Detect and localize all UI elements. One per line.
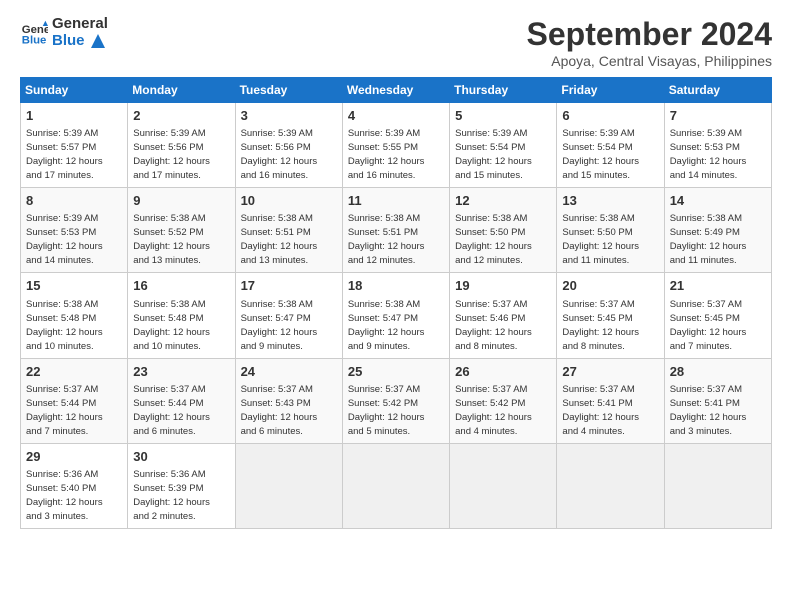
week-row-3: 15Sunrise: 5:38 AMSunset: 5:48 PMDayligh… [21, 273, 772, 358]
day-9: 9Sunrise: 5:38 AMSunset: 5:52 PMDaylight… [128, 188, 235, 273]
empty-cell-w5-5 [557, 443, 664, 528]
day-27: 27Sunrise: 5:37 AMSunset: 5:41 PMDayligh… [557, 358, 664, 443]
day-22: 22Sunrise: 5:37 AMSunset: 5:44 PMDayligh… [21, 358, 128, 443]
week-row-1: 1Sunrise: 5:39 AMSunset: 5:57 PMDaylight… [21, 103, 772, 188]
day-21: 21Sunrise: 5:37 AMSunset: 5:45 PMDayligh… [664, 273, 771, 358]
calendar: Sunday Monday Tuesday Wednesday Thursday… [20, 77, 772, 529]
day-24: 24Sunrise: 5:37 AMSunset: 5:43 PMDayligh… [235, 358, 342, 443]
day-7: 7Sunrise: 5:39 AMSunset: 5:53 PMDaylight… [664, 103, 771, 188]
day-11: 11Sunrise: 5:38 AMSunset: 5:51 PMDayligh… [342, 188, 449, 273]
day-29: 29Sunrise: 5:36 AMSunset: 5:40 PMDayligh… [21, 443, 128, 528]
day-12: 12Sunrise: 5:38 AMSunset: 5:50 PMDayligh… [450, 188, 557, 273]
header-row: Sunday Monday Tuesday Wednesday Thursday… [21, 78, 772, 103]
calendar-body: 1Sunrise: 5:39 AMSunset: 5:57 PMDaylight… [21, 103, 772, 529]
day-2: 2Sunrise: 5:39 AMSunset: 5:56 PMDaylight… [128, 103, 235, 188]
day-26: 26Sunrise: 5:37 AMSunset: 5:42 PMDayligh… [450, 358, 557, 443]
day-17: 17Sunrise: 5:38 AMSunset: 5:47 PMDayligh… [235, 273, 342, 358]
logo-icon: General Blue [20, 19, 48, 47]
title-area: September 2024 Apoya, Central Visayas, P… [527, 16, 772, 69]
col-monday: Monday [128, 78, 235, 103]
col-friday: Friday [557, 78, 664, 103]
svg-text:Blue: Blue [22, 34, 47, 46]
day-13: 13Sunrise: 5:38 AMSunset: 5:50 PMDayligh… [557, 188, 664, 273]
day-30: 30Sunrise: 5:36 AMSunset: 5:39 PMDayligh… [128, 443, 235, 528]
day-5: 5Sunrise: 5:39 AMSunset: 5:54 PMDaylight… [450, 103, 557, 188]
header: General Blue General Blue September 2024… [20, 16, 772, 69]
day-14: 14Sunrise: 5:38 AMSunset: 5:49 PMDayligh… [664, 188, 771, 273]
week-row-2: 8Sunrise: 5:39 AMSunset: 5:53 PMDaylight… [21, 188, 772, 273]
week-row-4: 22Sunrise: 5:37 AMSunset: 5:44 PMDayligh… [21, 358, 772, 443]
col-saturday: Saturday [664, 78, 771, 103]
day-3: 3Sunrise: 5:39 AMSunset: 5:56 PMDaylight… [235, 103, 342, 188]
day-10: 10Sunrise: 5:38 AMSunset: 5:51 PMDayligh… [235, 188, 342, 273]
day-6: 6Sunrise: 5:39 AMSunset: 5:54 PMDaylight… [557, 103, 664, 188]
day-23: 23Sunrise: 5:37 AMSunset: 5:44 PMDayligh… [128, 358, 235, 443]
empty-cell-w5-3 [342, 443, 449, 528]
month-title: September 2024 [527, 16, 772, 53]
logo-triangle-icon [91, 34, 105, 48]
empty-cell-w5-6 [664, 443, 771, 528]
day-25: 25Sunrise: 5:37 AMSunset: 5:42 PMDayligh… [342, 358, 449, 443]
logo-general: General [52, 15, 108, 32]
day-1: 1Sunrise: 5:39 AMSunset: 5:57 PMDaylight… [21, 103, 128, 188]
week-row-5: 29Sunrise: 5:36 AMSunset: 5:40 PMDayligh… [21, 443, 772, 528]
day-15: 15Sunrise: 5:38 AMSunset: 5:48 PMDayligh… [21, 273, 128, 358]
day-18: 18Sunrise: 5:38 AMSunset: 5:47 PMDayligh… [342, 273, 449, 358]
calendar-header: Sunday Monday Tuesday Wednesday Thursday… [21, 78, 772, 103]
empty-cell-w5-4 [450, 443, 557, 528]
col-wednesday: Wednesday [342, 78, 449, 103]
day-16: 16Sunrise: 5:38 AMSunset: 5:48 PMDayligh… [128, 273, 235, 358]
col-sunday: Sunday [21, 78, 128, 103]
day-20: 20Sunrise: 5:37 AMSunset: 5:45 PMDayligh… [557, 273, 664, 358]
col-thursday: Thursday [450, 78, 557, 103]
col-tuesday: Tuesday [235, 78, 342, 103]
empty-cell-w5-2 [235, 443, 342, 528]
day-8: 8Sunrise: 5:39 AMSunset: 5:53 PMDaylight… [21, 188, 128, 273]
day-4: 4Sunrise: 5:39 AMSunset: 5:55 PMDaylight… [342, 103, 449, 188]
location-subtitle: Apoya, Central Visayas, Philippines [527, 53, 772, 69]
day-19: 19Sunrise: 5:37 AMSunset: 5:46 PMDayligh… [450, 273, 557, 358]
logo-blue: Blue [52, 32, 85, 49]
day-28: 28Sunrise: 5:37 AMSunset: 5:41 PMDayligh… [664, 358, 771, 443]
logo: General Blue General Blue [20, 16, 108, 49]
